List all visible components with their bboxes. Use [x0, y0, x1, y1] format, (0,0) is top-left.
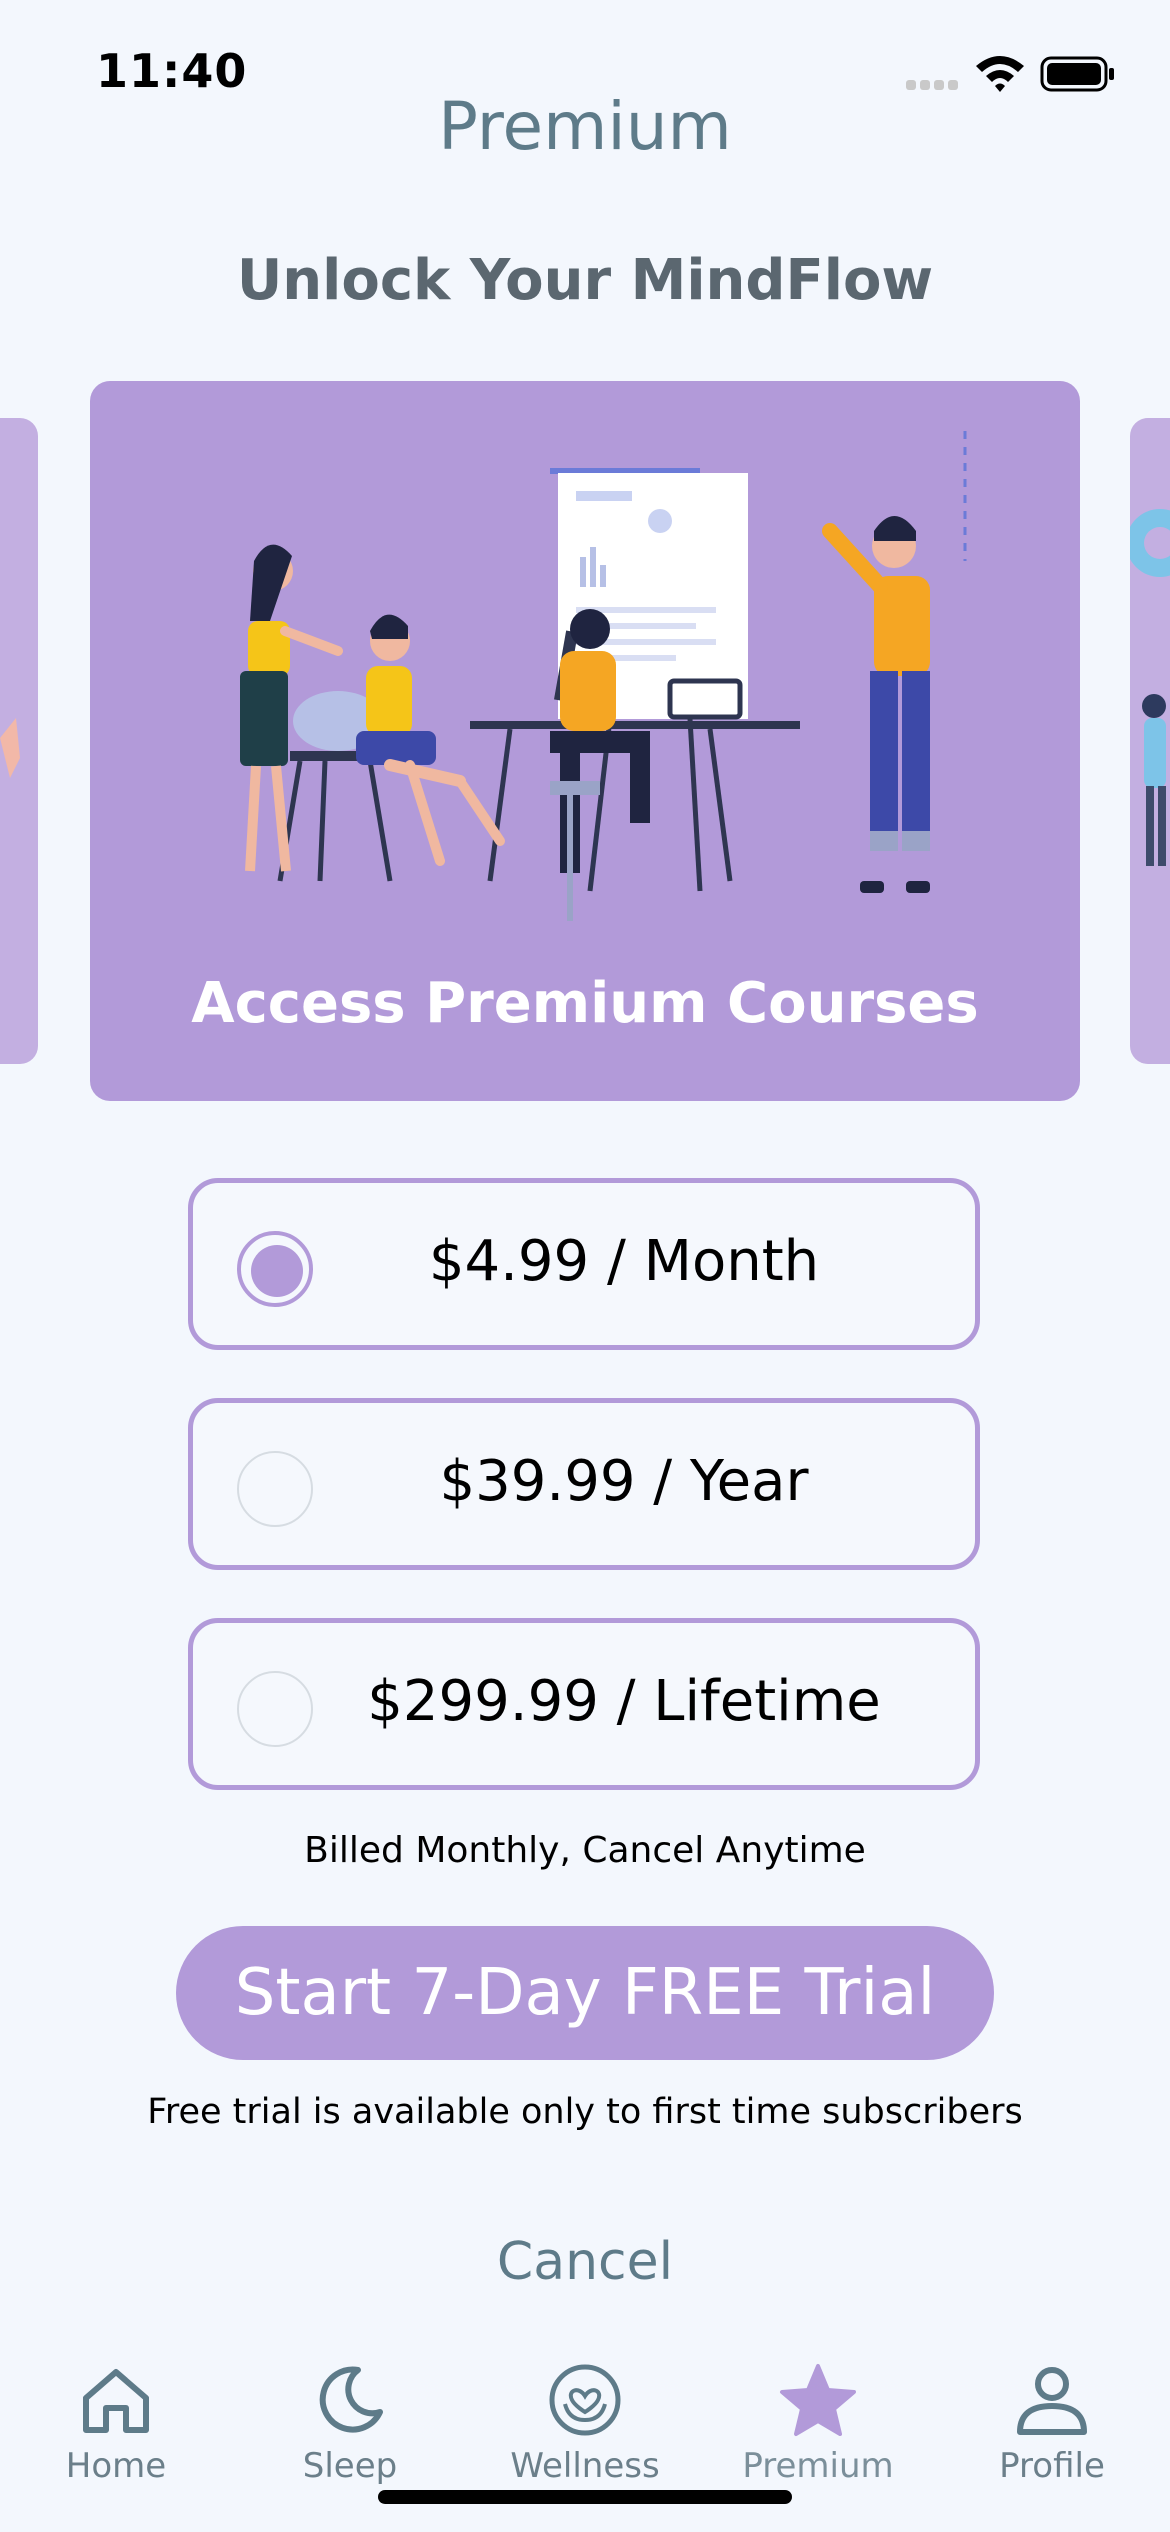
tab-label: Premium [742, 2446, 894, 2486]
person-icon [1017, 2367, 1087, 2435]
home-indicator [378, 2490, 792, 2504]
heart-hands-icon [549, 2364, 621, 2436]
star-icon [780, 2364, 856, 2436]
start-free-trial-button[interactable]: Start 7-Day FREE Trial [176, 1926, 994, 2060]
house-icon [83, 2369, 149, 2433]
moon-icon [319, 2366, 383, 2433]
plan-option-lifetime[interactable]: $299.99 / Lifetime [188, 1618, 980, 1790]
tab-premium[interactable]: Premium [718, 2360, 918, 2510]
plan-label: $39.99 / Year [439, 1449, 809, 1514]
plan-label: $4.99 / Month [428, 1229, 820, 1294]
carousel-card-previous[interactable] [0, 418, 38, 1064]
page-title: Premium [438, 88, 732, 165]
start-free-trial-label: Start 7-Day FREE Trial [234, 1956, 936, 2030]
tab-label: Sleep [302, 2446, 398, 2486]
wifi-icon [976, 56, 1024, 92]
tab-label: Wellness [510, 2446, 660, 2486]
tab-profile[interactable]: Profile [952, 2360, 1152, 2510]
tab-wellness[interactable]: Wellness [485, 2360, 685, 2510]
team-meeting-illustration [240, 431, 967, 921]
tab-label: Home [65, 2446, 167, 2486]
free-trial-note: Free trial is available only to first ti… [147, 2092, 1023, 2132]
plan-label: $299.99 / Lifetime [367, 1669, 881, 1734]
tab-sleep[interactable]: Sleep [250, 2360, 450, 2510]
cancel-button[interactable]: Cancel [435, 2232, 735, 2292]
tab-label: Profile [999, 2446, 1105, 2486]
tab-home[interactable]: Home [16, 2360, 216, 2510]
carousel-card-next[interactable] [1130, 418, 1170, 1064]
carousel-card-premium-courses[interactable]: Access Premium Courses [90, 381, 1080, 1101]
plan-option-yearly[interactable]: $39.99 / Year [188, 1398, 980, 1570]
previous-card-illustration [0, 718, 20, 778]
carousel-card-caption: Access Premium Courses [191, 971, 979, 1036]
plan-option-monthly[interactable]: $4.99 / Month [188, 1178, 980, 1350]
page-subtitle: Unlock Your MindFlow [236, 248, 934, 313]
next-card-illustration [1130, 509, 1170, 866]
billing-note: Billed Monthly, Cancel Anytime [304, 1830, 866, 1871]
battery-icon [1040, 56, 1114, 92]
